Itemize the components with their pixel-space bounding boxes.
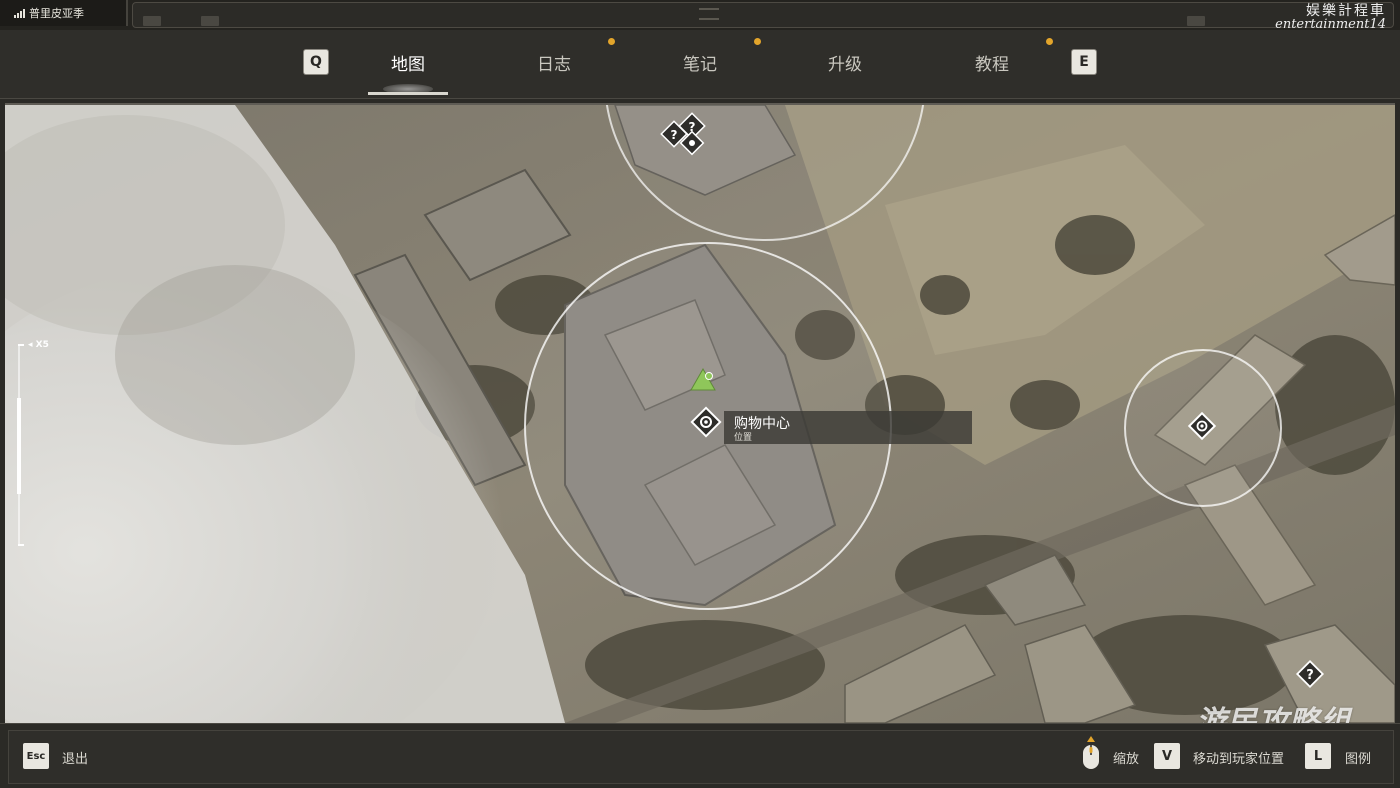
prev-tab-key[interactable]: Q: [304, 50, 328, 74]
tabs-bar: Q 地图 日志 笔记 升级 教程 E: [0, 30, 1400, 99]
move-to-player-label[interactable]: 移动到玩家位置: [1193, 748, 1284, 767]
current-region: 普里皮亚季: [0, 0, 128, 26]
exit-label[interactable]: 退出: [62, 748, 88, 767]
zoom-level-label: ◂ X5: [28, 340, 49, 350]
tab-journal[interactable]: 日志: [504, 50, 604, 75]
poi-subtitle: 位置: [734, 433, 753, 443]
fog-shadow: [115, 265, 355, 445]
map-view[interactable]: ? ? ? ◂ X5 购物中心 位置 游民攻略组: [5, 103, 1395, 723]
region-name: 普里皮亚季: [29, 7, 84, 20]
watermark-bottom: 游民攻略组: [1196, 705, 1351, 723]
legend-key[interactable]: L: [1305, 743, 1331, 769]
exit-key[interactable]: Esc: [23, 743, 49, 769]
svg-text:?: ?: [671, 128, 678, 142]
rail-notch: [143, 16, 161, 26]
svg-text:?: ?: [1306, 668, 1314, 683]
tab-upgrades[interactable]: 升级: [795, 50, 895, 75]
move-to-player-key[interactable]: V: [1154, 743, 1180, 769]
journal-notification-dot: [608, 38, 615, 45]
rail-notch: [201, 16, 219, 26]
satellite-map[interactable]: ? ? ?: [5, 105, 1395, 723]
zoom-level-indicator[interactable]: [17, 398, 21, 494]
zoom-track-cap: [18, 544, 24, 546]
watermark-top: 娱樂計程車 entertainment14: [1275, 4, 1386, 32]
tutorial-notification-dot: [1046, 38, 1053, 45]
zoom-label: 缩放: [1113, 752, 1140, 767]
zoom-scale[interactable]: ◂ X5: [16, 340, 56, 550]
tab-notes[interactable]: 笔记: [650, 50, 750, 75]
top-status-strip: 普里皮亚季 娱樂計程車 entertainment14: [0, 0, 1400, 32]
zoom-track-cap: [18, 344, 24, 346]
bottom-controls-bar: Esc 退出 缩放 V 移动到玩家位置 L 图例: [0, 723, 1400, 788]
legend-label[interactable]: 图例: [1345, 748, 1371, 767]
top-decorative-rail: [132, 2, 1394, 28]
notes-notification-dot: [754, 38, 761, 45]
tab-map[interactable]: 地图: [358, 50, 458, 75]
watermark-line1: 娱樂計程車: [1306, 3, 1386, 19]
mouse-icon: [1080, 735, 1102, 775]
tab-tutorial[interactable]: 教程: [942, 50, 1042, 75]
poi-tooltip: 购物中心 位置: [724, 411, 972, 444]
active-tab-indicator: [368, 92, 448, 95]
rail-notch: [1187, 16, 1205, 26]
controls-panel: Esc 退出 缩放 V 移动到玩家位置 L 图例: [8, 730, 1394, 784]
rail-slot: [699, 8, 719, 20]
signal-icon: [14, 8, 25, 18]
next-tab-key[interactable]: E: [1072, 50, 1096, 74]
